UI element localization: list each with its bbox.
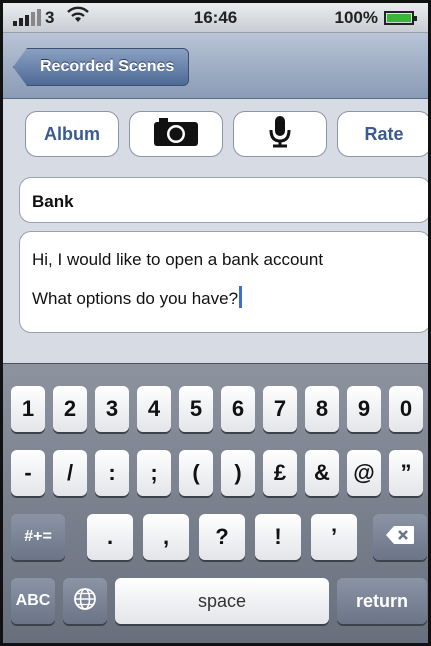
message-text-area[interactable]: Hi, I would like to open a bank account … [19, 231, 428, 333]
delete-icon [385, 525, 415, 550]
key-question[interactable]: ? [199, 514, 245, 560]
key-slash[interactable]: / [53, 450, 87, 496]
key-5[interactable]: 5 [179, 386, 213, 432]
delete-key[interactable] [373, 514, 427, 560]
battery-icon [384, 11, 417, 25]
key-hyphen[interactable]: - [11, 450, 45, 496]
status-bar: 3 16:46 100% [3, 3, 428, 33]
key-quote[interactable]: ” [389, 450, 423, 496]
space-key[interactable]: space [115, 578, 329, 624]
camera-icon [153, 117, 199, 152]
back-button[interactable]: Recorded Scenes [13, 48, 190, 86]
key-comma[interactable]: , [143, 514, 189, 560]
phone-screen: 3 16:46 100% Recorded Scenes Album Rate … [0, 0, 431, 646]
battery-percent: 100% [334, 8, 378, 27]
key-1[interactable]: 1 [11, 386, 45, 432]
key-6[interactable]: 6 [221, 386, 255, 432]
key-8[interactable]: 8 [305, 386, 339, 432]
key-2[interactable]: 2 [53, 386, 87, 432]
key-more-symbols[interactable]: #+= [11, 514, 65, 560]
key-open-paren[interactable]: ( [179, 450, 213, 496]
rate-button[interactable]: Rate [337, 111, 428, 157]
key-4[interactable]: 4 [137, 386, 171, 432]
key-0[interactable]: 0 [389, 386, 423, 432]
return-key[interactable]: return [337, 578, 427, 624]
key-pound[interactable]: £ [263, 450, 297, 496]
globe-icon [73, 587, 97, 616]
text-cursor [239, 286, 243, 308]
keyboard: 1 2 3 4 5 6 7 8 9 0 - / : ; ( ) £ & @ ” … [3, 363, 428, 643]
key-period[interactable]: . [87, 514, 133, 560]
key-9[interactable]: 9 [347, 386, 381, 432]
key-semicolon[interactable]: ; [137, 450, 171, 496]
message-line-2: What options do you have? [32, 289, 239, 308]
key-3[interactable]: 3 [95, 386, 129, 432]
camera-button[interactable] [129, 111, 223, 157]
title-text: Bank [32, 192, 74, 211]
key-colon[interactable]: : [95, 450, 129, 496]
key-apostrophe[interactable]: ’ [311, 514, 357, 560]
key-exclamation[interactable]: ! [255, 514, 301, 560]
action-toolbar: Album Rate [3, 99, 428, 169]
key-abc[interactable]: ABC [11, 578, 55, 624]
album-button[interactable]: Album [25, 111, 119, 157]
microphone-button[interactable] [233, 111, 327, 157]
globe-key[interactable] [63, 578, 107, 624]
key-7[interactable]: 7 [263, 386, 297, 432]
title-field[interactable]: Bank [19, 177, 428, 223]
key-at[interactable]: @ [347, 450, 381, 496]
key-ampersand[interactable]: & [305, 450, 339, 496]
navigation-bar: Recorded Scenes [3, 33, 428, 99]
message-line-1: Hi, I would like to open a bank account [32, 250, 324, 269]
key-close-paren[interactable]: ) [221, 450, 255, 496]
microphone-icon [269, 115, 291, 153]
